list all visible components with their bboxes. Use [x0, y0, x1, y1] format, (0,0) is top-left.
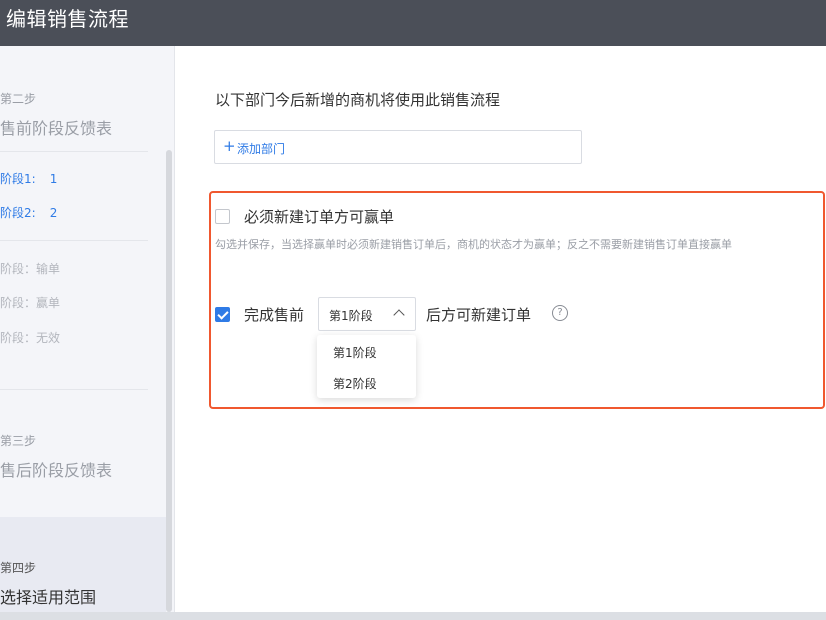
- step4-title[interactable]: 选择适用范围: [0, 584, 96, 608]
- sidebar-divider: [0, 240, 148, 241]
- stage-value: 1: [49, 172, 58, 186]
- sidebar-item-stage-win: 阶段：赢单: [0, 296, 61, 310]
- presale-prefix-label: 完成售前: [244, 306, 305, 324]
- sidebar-scrollbar[interactable]: [166, 150, 172, 612]
- step3-label: 第三步: [0, 434, 37, 448]
- step4-label: 第四步: [0, 561, 37, 575]
- presale-stage-checkbox[interactable]: [215, 307, 230, 322]
- sidebar-item-stage-1[interactable]: 阶段1: 1: [0, 170, 57, 187]
- step2-title[interactable]: 售前阶段反馈表: [0, 115, 112, 139]
- stage-select-value: 第1阶段: [329, 309, 373, 323]
- bottom-edge: [0, 612, 826, 620]
- sidebar-divider: [0, 151, 148, 152]
- step2-label: 第二步: [0, 92, 37, 106]
- sidebar-item-stage-invalid: 阶段：无效: [0, 331, 61, 345]
- stage-value: 2: [49, 206, 58, 220]
- stage-name: 阶段2:: [0, 206, 36, 220]
- help-icon[interactable]: ?: [552, 305, 568, 321]
- presale-suffix-label: 后方可新建订单: [426, 306, 532, 324]
- dropdown-option-stage-1[interactable]: 第1阶段: [333, 344, 377, 361]
- stage-name: 阶段1:: [0, 172, 36, 186]
- window-title: 编辑销售流程: [6, 7, 129, 31]
- page-heading: 以下部门今后新增的商机将使用此销售流程: [215, 91, 501, 109]
- sidebar-item-stage-2[interactable]: 阶段2: 2: [0, 204, 57, 221]
- add-department-field[interactable]: + 添加部门: [214, 130, 582, 164]
- stage-dropdown-menu: 第1阶段 第2阶段: [317, 335, 416, 398]
- sidebar-item-stage-lose: 阶段：输单: [0, 262, 61, 276]
- stage-select[interactable]: 第1阶段: [318, 297, 416, 331]
- dropdown-option-stage-2[interactable]: 第2阶段: [333, 375, 377, 392]
- must-create-order-label: 必须新建订单方可赢单: [244, 208, 395, 226]
- add-department-link[interactable]: 添加部门: [237, 140, 285, 157]
- must-create-order-checkbox[interactable]: [215, 209, 230, 224]
- plus-icon: +: [223, 137, 236, 155]
- sidebar-divider: [0, 389, 148, 390]
- sidebar: 第二步 售前阶段反馈表 阶段1: 1 阶段2: 2 阶段：输单 阶段：赢单 阶段：无…: [0, 46, 175, 612]
- step3-title[interactable]: 售后阶段反馈表: [0, 457, 112, 481]
- chevron-up-icon: [393, 309, 405, 321]
- title-bar: 编辑销售流程: [0, 0, 826, 46]
- must-create-order-hint: 勾选并保存，当选择赢单时必须新建销售订单后，商机的状态才为赢单；反之不需要新建销…: [215, 238, 732, 251]
